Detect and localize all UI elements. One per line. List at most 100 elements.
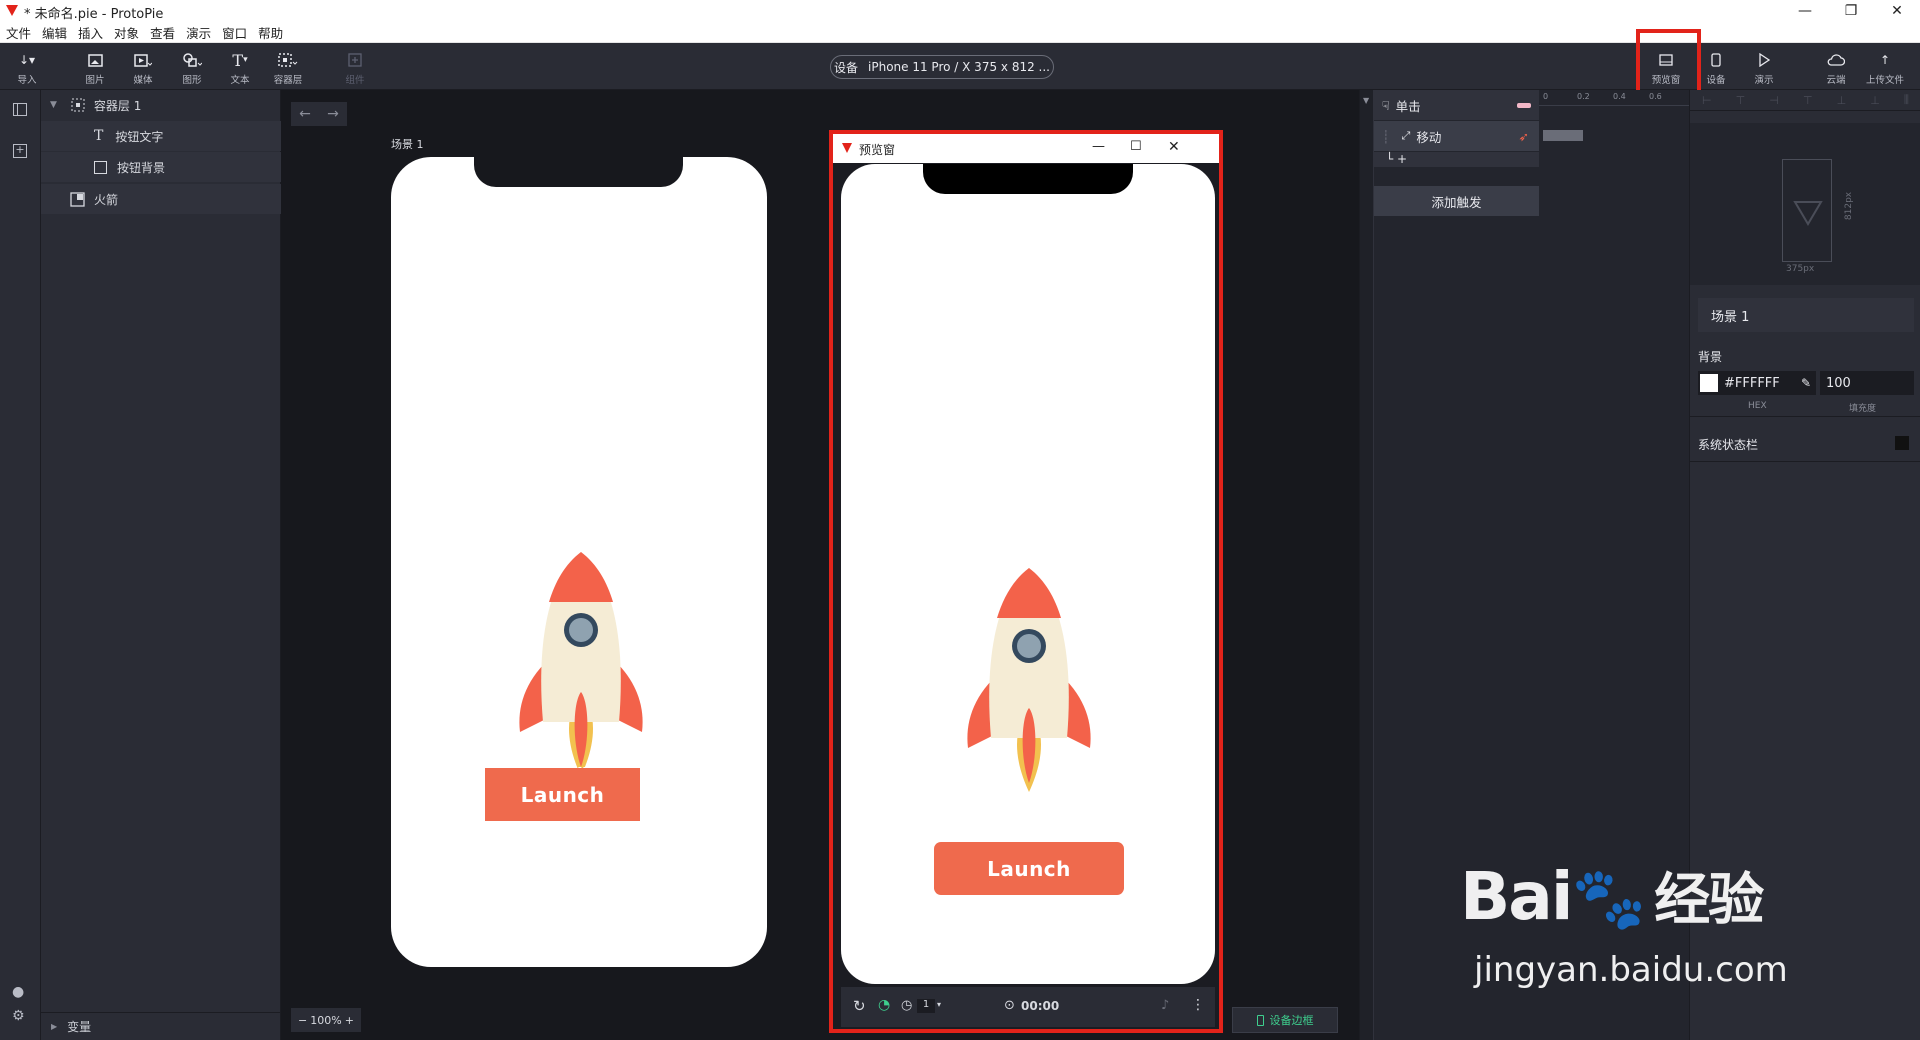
add-scene-icon[interactable]: + [13, 144, 27, 158]
layer-button-text[interactable]: T 按钮文字 [41, 121, 281, 151]
launch-button[interactable]: Launch [484, 767, 641, 822]
hex-caption: HEX [1748, 401, 1767, 411]
layer-rocket[interactable]: 火箭 [41, 184, 281, 214]
timer-icon[interactable]: ◷ [901, 998, 912, 1013]
upload-button[interactable]: ↑ 上传文件 [1862, 43, 1908, 90]
watermark-paw-icon: 🐾 [1571, 864, 1646, 934]
align-center-icon[interactable]: ⊤ [1736, 94, 1746, 107]
collapse-arrow-icon[interactable]: ▼ [50, 100, 57, 110]
collapse-arrow-icon[interactable]: ▼ [1363, 96, 1369, 105]
device-label: 设备 [834, 60, 859, 75]
add-response-button[interactable]: └ + [1374, 152, 1539, 167]
align-right-icon[interactable]: ⊣ [1769, 94, 1779, 107]
scene-phone-frame[interactable]: Launch [391, 157, 767, 967]
speed-value[interactable]: 1 [917, 999, 935, 1013]
menu-insert[interactable]: 插入 [78, 23, 103, 42]
eyedropper-icon[interactable]: ✎ [1801, 376, 1811, 390]
hex-field[interactable]: #FFFFFF ✎ [1698, 371, 1816, 395]
play-icon [1754, 51, 1774, 69]
more-menu-icon[interactable]: ⋮ [1191, 997, 1205, 1013]
response-move[interactable]: ┊ ⤢ 移动 ➶ [1374, 121, 1539, 151]
align-left-icon[interactable]: ⊢ [1702, 94, 1712, 107]
zoom-control: − 100% + [291, 1008, 361, 1032]
layer-button-bg[interactable]: 按钮背景 [41, 152, 281, 182]
statusbar-label: 系统状态栏 [1698, 438, 1759, 452]
import-icon: ↓▾ [18, 53, 36, 67]
present-button[interactable]: 演示 [1741, 43, 1787, 90]
menu-window[interactable]: 窗口 [222, 23, 247, 42]
device-thumbnail [1782, 159, 1832, 262]
opacity-caption: 填充度 [1849, 404, 1877, 414]
preview-maximize-icon[interactable]: ☐ [1130, 139, 1142, 154]
preview-controls: ↻ ◔ ◷ 1 ▾ ⊙ 00:00 ♪ ⋮ [841, 987, 1215, 1027]
add-trigger-button[interactable]: 添加触发 [1374, 186, 1539, 216]
menu-file[interactable]: 文件 [6, 23, 31, 42]
plus-icon: └ + [1386, 152, 1408, 166]
device-frame-toggle[interactable]: 设备边框 [1232, 1007, 1338, 1033]
menu-edit[interactable]: 编辑 [42, 23, 67, 42]
zoom-in-icon[interactable]: + [345, 1014, 354, 1027]
rocket-image[interactable] [515, 542, 647, 782]
window-titlebar: * 未命名.pie - ProtoPie — ❐ ✕ [0, 0, 1920, 22]
phone-frame-icon [1256, 1014, 1264, 1026]
statusbar-checkbox[interactable] [1895, 436, 1909, 450]
minimize-icon[interactable]: — [1782, 0, 1828, 22]
align-tools: ⊢ ⊤ ⊣ ⊤ ⊥ ⊥ ⫼ [1690, 90, 1920, 110]
color-swatch[interactable] [1700, 374, 1718, 392]
mic-icon[interactable]: ♪ [1161, 998, 1169, 1013]
layer-container-1[interactable]: ▼ 容器层 1 [41, 90, 281, 120]
text-layer-icon: T [94, 128, 104, 144]
back-arrow-icon[interactable]: ← [299, 106, 311, 122]
layers-panel-icon[interactable] [13, 103, 27, 116]
zoom-out-icon[interactable]: − [298, 1014, 307, 1027]
align-middle-icon[interactable]: ⊥ [1837, 94, 1847, 107]
menu-help[interactable]: 帮助 [258, 23, 283, 42]
menu-view[interactable]: 查看 [150, 23, 175, 42]
device-width-label: 375px [1786, 264, 1815, 274]
user-icon[interactable]: ● [12, 984, 24, 1000]
menu-object[interactable]: 对象 [114, 23, 139, 42]
preview-title: 预览窗 [859, 143, 896, 157]
container-icon [71, 98, 85, 112]
preview-close-icon[interactable]: ✕ [1168, 139, 1180, 155]
screenshot-icon[interactable]: ◔ [878, 997, 890, 1013]
shape-icon [182, 51, 202, 69]
import-button[interactable]: ↓▾ 导入 [4, 43, 50, 90]
preview-launch-button[interactable]: Launch [934, 842, 1124, 895]
media-icon [133, 51, 153, 69]
menu-present[interactable]: 演示 [186, 23, 211, 42]
preview-minimize-icon[interactable]: — [1092, 139, 1105, 154]
watermark-brand: Bai🐾 经验 [1460, 858, 1764, 935]
align-top-icon[interactable]: ⊤ [1803, 94, 1813, 107]
protopie-watermark-icon [1793, 201, 1823, 226]
preview-phone-screen[interactable]: Launch [841, 164, 1215, 984]
scene-name-field[interactable]: 场景 1 [1698, 298, 1914, 332]
timeline-bar[interactable] [1543, 130, 1583, 141]
component-icon [345, 51, 365, 69]
text-button[interactable]: T ▾ 文本 [217, 43, 263, 90]
container-button[interactable]: 容器层 [265, 43, 311, 90]
media-button[interactable]: 媒体 [120, 43, 166, 90]
trigger-tap[interactable]: ☟ 单击 [1374, 90, 1539, 120]
preview-titlebar: 预览窗 — ☐ ✕ [833, 134, 1219, 163]
restore-icon[interactable]: ❐ [1828, 0, 1874, 22]
settings-gear-icon[interactable]: ⚙ [12, 1008, 25, 1024]
close-icon[interactable]: ✕ [1874, 0, 1920, 22]
component-button[interactable]: 组件 [332, 43, 378, 90]
background-label: 背景 [1698, 350, 1723, 364]
speed-dropdown-icon[interactable]: ▾ [937, 1000, 941, 1009]
distribute-icon[interactable]: ⫼ [1904, 93, 1909, 107]
align-bottom-icon[interactable]: ⊥ [1870, 94, 1880, 107]
record-icon[interactable]: ⊙ [1004, 998, 1015, 1013]
reload-icon[interactable]: ↻ [853, 997, 866, 1015]
forward-arrow-icon[interactable]: → [327, 106, 339, 122]
zoom-level: 100% [310, 1013, 342, 1027]
device-selector[interactable]: 设备 iPhone 11 Pro / X 375 x 812 ... [830, 55, 1054, 79]
variables-section[interactable]: ▶ 变量 [41, 1012, 281, 1040]
opacity-field[interactable]: 100 [1820, 371, 1914, 395]
cloud-button[interactable]: 云端 [1813, 43, 1859, 90]
record-time: 00:00 [1021, 999, 1060, 1013]
image-button[interactable]: 图片 [72, 43, 118, 90]
shape-button[interactable]: 图形 [169, 43, 215, 90]
preview-rocket-image[interactable] [963, 558, 1095, 798]
